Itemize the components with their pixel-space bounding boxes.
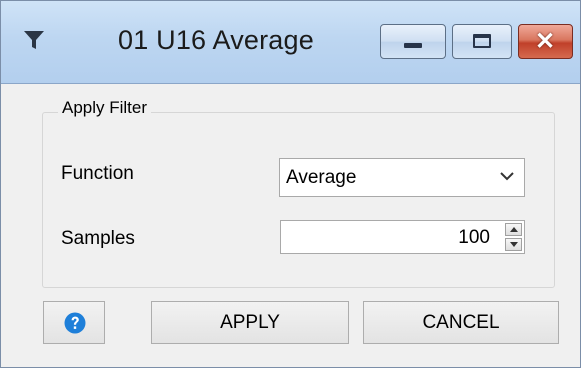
maximize-icon xyxy=(473,34,491,48)
close-icon: ✕ xyxy=(535,28,556,55)
function-label: Function xyxy=(61,163,134,184)
filter-icon[interactable] xyxy=(23,29,45,51)
maximize-button[interactable] xyxy=(452,24,512,59)
samples-value[interactable]: 100 xyxy=(458,227,490,249)
apply-filter-group xyxy=(42,112,555,288)
group-title: Apply Filter xyxy=(58,98,152,118)
help-icon xyxy=(64,312,86,334)
arrow-down-icon xyxy=(510,242,518,247)
chevron-down-icon xyxy=(500,172,514,181)
title-bar[interactable]: 01 U16 Average ✕ xyxy=(1,1,580,84)
decrement-button[interactable] xyxy=(505,238,522,251)
samples-stepper[interactable]: 100 xyxy=(280,220,525,254)
filter-dialog: 01 U16 Average ✕ Apply Filter Function A… xyxy=(0,0,581,368)
minimize-icon xyxy=(404,43,422,48)
help-button[interactable] xyxy=(43,301,105,344)
close-button[interactable]: ✕ xyxy=(518,24,573,59)
samples-label: Samples xyxy=(61,228,135,249)
function-dropdown[interactable]: Average xyxy=(279,158,525,197)
window-title: 01 U16 Average xyxy=(118,25,314,55)
cancel-button[interactable]: CANCEL xyxy=(363,301,559,344)
arrow-up-icon xyxy=(510,227,518,232)
stepper-buttons xyxy=(505,223,522,251)
apply-button[interactable]: APPLY xyxy=(151,301,349,344)
function-value: Average xyxy=(286,167,357,188)
increment-button[interactable] xyxy=(505,223,522,236)
minimize-button[interactable] xyxy=(380,24,446,59)
